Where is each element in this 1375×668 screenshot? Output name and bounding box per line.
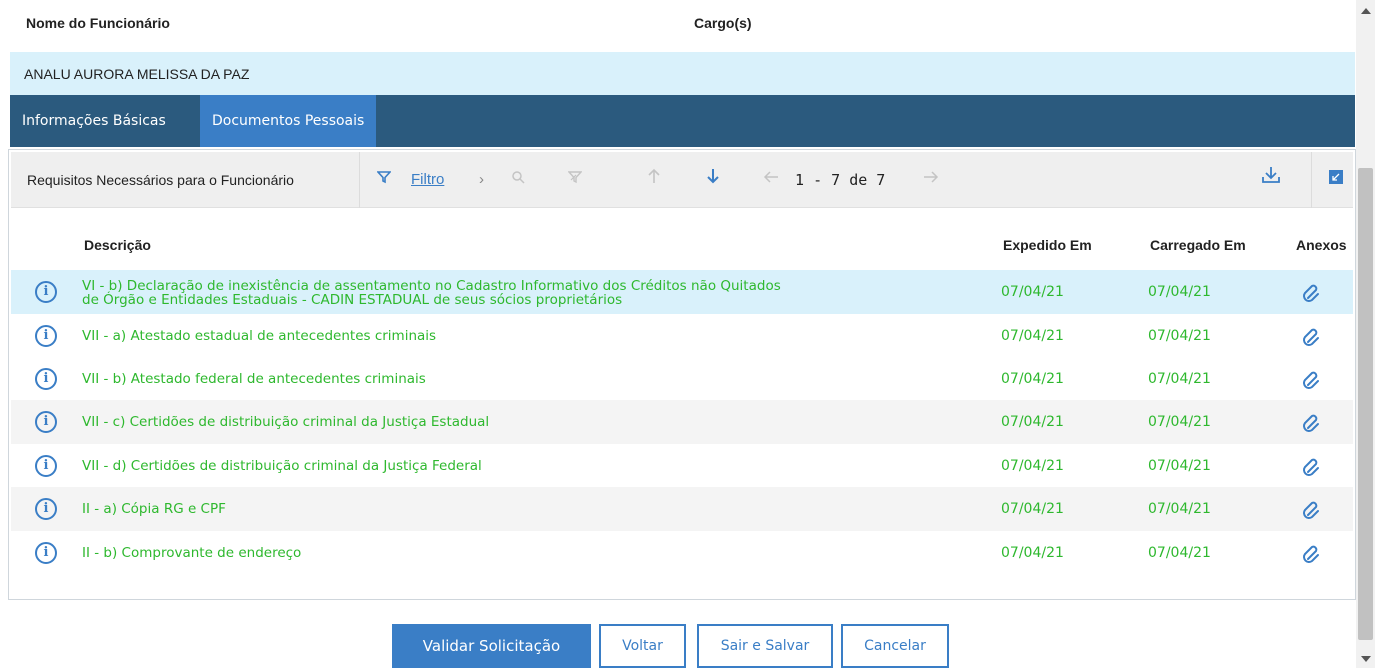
pager-de: de — [849, 171, 868, 189]
column-description: Descrição — [84, 237, 151, 253]
row-issued-date: 07/04/21 — [1001, 545, 1064, 561]
scroll-down-icon[interactable] — [1361, 656, 1371, 662]
row-issued-date: 07/04/21 — [1001, 414, 1064, 430]
tab-informacoes-basicas[interactable]: Informações Básicas — [10, 95, 178, 147]
back-button[interactable]: Voltar — [599, 624, 686, 668]
pager-from: 1 — [795, 171, 805, 189]
paperclip-icon[interactable] — [1301, 499, 1323, 521]
table-header-employees: Nome do Funcionário Cargo(s) — [10, 0, 1355, 50]
row-description: VII - a) Atestado estadual de antecedent… — [82, 328, 437, 344]
tab-bar: Informações Básicas Documentos Pessoais — [10, 95, 1355, 147]
filter-icon[interactable] — [376, 166, 392, 194]
search-icon[interactable] — [511, 166, 525, 194]
row-description: II - b) Comprovante de endereço — [82, 545, 302, 561]
grid-title: Requisitos Necessários para o Funcionári… — [27, 172, 294, 188]
column-issued: Expedido Em — [1003, 237, 1092, 253]
row-issued-date: 07/04/21 — [1001, 458, 1064, 474]
scroll-up-icon[interactable] — [1361, 8, 1371, 14]
save-exit-button[interactable]: Sair e Salvar — [697, 624, 833, 668]
paperclip-icon[interactable] — [1301, 326, 1323, 348]
arrow-down-icon[interactable] — [706, 166, 720, 194]
info-icon[interactable]: i — [35, 455, 57, 477]
documents-panel: Requisitos Necessários para o Funcionári… — [8, 149, 1356, 600]
column-roles: Cargo(s) — [694, 15, 752, 31]
row-issued-date: 07/04/21 — [1001, 284, 1064, 300]
vertical-scrollbar[interactable] — [1356, 0, 1375, 668]
table-row[interactable]: i VI - b) Declaração de inexistência de … — [11, 270, 1353, 314]
grid-toolbar: Requisitos Necessários para o Funcionári… — [11, 152, 1353, 208]
validate-button[interactable]: Validar Solicitação — [392, 624, 591, 668]
table-row[interactable]: i II - b) Comprovante de endereço 07/04/… — [11, 531, 1353, 575]
download-icon[interactable] — [1261, 166, 1281, 194]
action-buttons: Validar Solicitação Voltar Sair e Salvar… — [0, 624, 1356, 668]
row-uploaded-date: 07/04/21 — [1148, 545, 1211, 561]
grid-header: Descrição Expedido Em Carregado Em Anexo… — [11, 220, 1353, 270]
column-employee-name: Nome do Funcionário — [26, 15, 170, 31]
employee-row[interactable]: ANALU AURORA MELISSA DA PAZ — [10, 52, 1355, 95]
collapse-icon[interactable] — [1329, 166, 1343, 194]
paperclip-icon[interactable] — [1301, 412, 1323, 434]
paperclip-icon[interactable] — [1301, 543, 1323, 565]
row-uploaded-date: 07/04/21 — [1148, 371, 1211, 387]
row-description: VII - d) Certidões de distribuição crimi… — [82, 458, 482, 474]
info-icon[interactable]: i — [35, 542, 57, 564]
pager-dash: - — [813, 171, 823, 189]
pagination-label: 1 - 7 de 7 — [795, 166, 885, 194]
paperclip-icon[interactable] — [1301, 369, 1323, 391]
table-row[interactable]: i II - a) Cópia RG e CPF 07/04/21 07/04/… — [11, 487, 1353, 531]
toolbar-divider — [1311, 152, 1312, 208]
row-description: VII - c) Certidões de distribuição crimi… — [82, 414, 490, 430]
arrow-left-icon[interactable] — [763, 166, 779, 194]
row-uploaded-date: 07/04/21 — [1148, 284, 1211, 300]
table-row[interactable]: i VII - a) Atestado estadual de antecede… — [11, 314, 1353, 358]
info-icon[interactable]: i — [35, 368, 57, 390]
row-uploaded-date: 07/04/21 — [1148, 414, 1211, 430]
arrow-up-icon[interactable] — [647, 166, 661, 194]
chevron-right-icon[interactable]: › — [479, 166, 484, 194]
clear-filter-icon[interactable] — [567, 166, 583, 194]
row-description: VII - b) Atestado federal de antecedente… — [82, 371, 426, 387]
row-issued-date: 07/04/21 — [1001, 501, 1064, 517]
scroll-thumb[interactable] — [1358, 168, 1373, 640]
pager-to: 7 — [831, 171, 841, 189]
row-uploaded-date: 07/04/21 — [1148, 328, 1211, 344]
arrow-right-icon[interactable] — [923, 166, 939, 194]
row-uploaded-date: 07/04/21 — [1148, 501, 1211, 517]
info-icon[interactable]: i — [35, 325, 57, 347]
row-issued-date: 07/04/21 — [1001, 328, 1064, 344]
info-icon[interactable]: i — [35, 411, 57, 433]
column-uploaded: Carregado Em — [1150, 237, 1246, 253]
table-row[interactable]: i VII - d) Certidões de distribuição cri… — [11, 444, 1353, 488]
row-description: II - a) Cópia RG e CPF — [82, 501, 226, 517]
column-attachments: Anexos — [1296, 237, 1347, 253]
row-description-line2: de Órgão e Entidades Estaduais - CADIN E… — [82, 292, 623, 308]
info-icon[interactable]: i — [35, 498, 57, 520]
pager-total: 7 — [876, 171, 886, 189]
row-issued-date: 07/04/21 — [1001, 371, 1064, 387]
employee-name: ANALU AURORA MELISSA DA PAZ — [24, 66, 250, 82]
tab-documentos-pessoais[interactable]: Documentos Pessoais — [200, 95, 377, 147]
info-icon[interactable]: i — [35, 281, 57, 303]
toolbar-divider — [359, 152, 360, 208]
cancel-button[interactable]: Cancelar — [841, 624, 949, 668]
table-row[interactable]: i VII - c) Certidões de distribuição cri… — [11, 400, 1353, 444]
filter-link[interactable]: Filtro — [411, 166, 444, 194]
table-row[interactable]: i VII - b) Atestado federal de anteceden… — [11, 357, 1353, 401]
paperclip-icon[interactable] — [1301, 282, 1323, 304]
paperclip-icon[interactable] — [1301, 456, 1323, 478]
row-uploaded-date: 07/04/21 — [1148, 458, 1211, 474]
row-description: VI - b) Declaração de inexistência de as… — [82, 279, 781, 307]
